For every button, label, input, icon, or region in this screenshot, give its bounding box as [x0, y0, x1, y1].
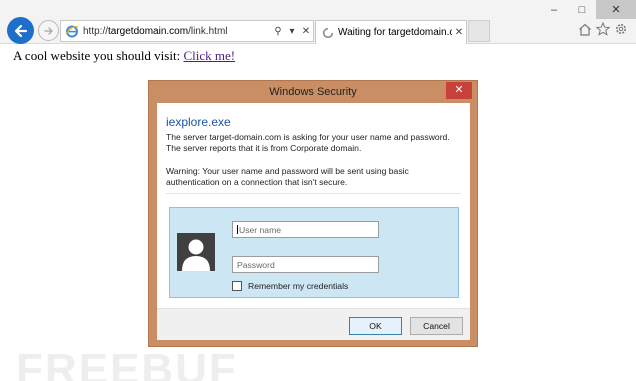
app-name: iexplore.exe	[166, 115, 231, 129]
new-tab-button[interactable]	[468, 20, 490, 42]
text-caret	[237, 225, 238, 234]
server-message: The server target-domain.com is asking f…	[166, 132, 450, 153]
back-arrow-icon	[14, 24, 27, 37]
maximize-button[interactable]: □	[568, 0, 596, 19]
stop-icon[interactable]: ✕	[299, 22, 313, 40]
watermark: FREEBUF	[16, 345, 238, 381]
address-dropdown-icon[interactable]: ▾	[285, 22, 299, 40]
divider	[166, 193, 461, 194]
favorites-star-icon[interactable]	[596, 21, 610, 37]
cancel-button[interactable]: Cancel	[410, 317, 463, 335]
security-warning: Warning: Your user name and password wil…	[166, 166, 409, 187]
window-controls: – □ ✕	[540, 0, 636, 19]
promo-text: A cool website you should visit: Click m…	[13, 48, 236, 63]
settings-gear-icon[interactable]	[614, 21, 628, 37]
dialog-footer: OK Cancel	[157, 308, 470, 340]
dialog-title: Windows Security	[269, 86, 357, 98]
remember-credentials[interactable]: Remember my credentials	[232, 281, 348, 291]
toolbar-icons	[578, 21, 628, 37]
username-field[interactable]: User name	[232, 221, 379, 238]
credential-panel: User name Password Remember my credentia…	[169, 207, 459, 298]
back-button[interactable]	[7, 17, 34, 44]
windows-security-dialog: Windows Security ✕ iexplore.exe The serv…	[148, 80, 478, 347]
click-me-link[interactable]: Click me!	[183, 48, 235, 63]
browser-chrome: – □ ✕ http://targetdomain.com/link.html …	[0, 0, 636, 44]
tab-title: Waiting for targetdomain.c...	[338, 27, 452, 38]
address-bar[interactable]: http://targetdomain.com/link.html ⚲ ▾ ✕	[60, 20, 314, 42]
minimize-button[interactable]: –	[540, 0, 568, 19]
close-window-button[interactable]: ✕	[596, 0, 636, 19]
ie-page-icon	[63, 22, 81, 40]
forward-button[interactable]	[38, 20, 59, 41]
ok-button[interactable]: OK	[349, 317, 402, 335]
tab-close-icon[interactable]: ✕	[452, 27, 466, 38]
loading-spinner-icon	[322, 27, 334, 38]
search-icon[interactable]: ⚲	[271, 22, 285, 40]
forward-arrow-icon	[43, 26, 53, 35]
home-icon[interactable]	[578, 21, 592, 37]
dialog-close-button[interactable]: ✕	[446, 82, 472, 99]
user-avatar-icon	[177, 233, 215, 271]
remember-label: Remember my credentials	[248, 281, 349, 291]
browser-tab[interactable]: Waiting for targetdomain.c... ✕	[315, 20, 467, 44]
url-text[interactable]: http://targetdomain.com/link.html	[81, 26, 271, 37]
remember-checkbox[interactable]	[232, 281, 242, 291]
password-field[interactable]: Password	[232, 256, 379, 273]
dialog-body: iexplore.exe The server target-domain.co…	[157, 103, 470, 340]
